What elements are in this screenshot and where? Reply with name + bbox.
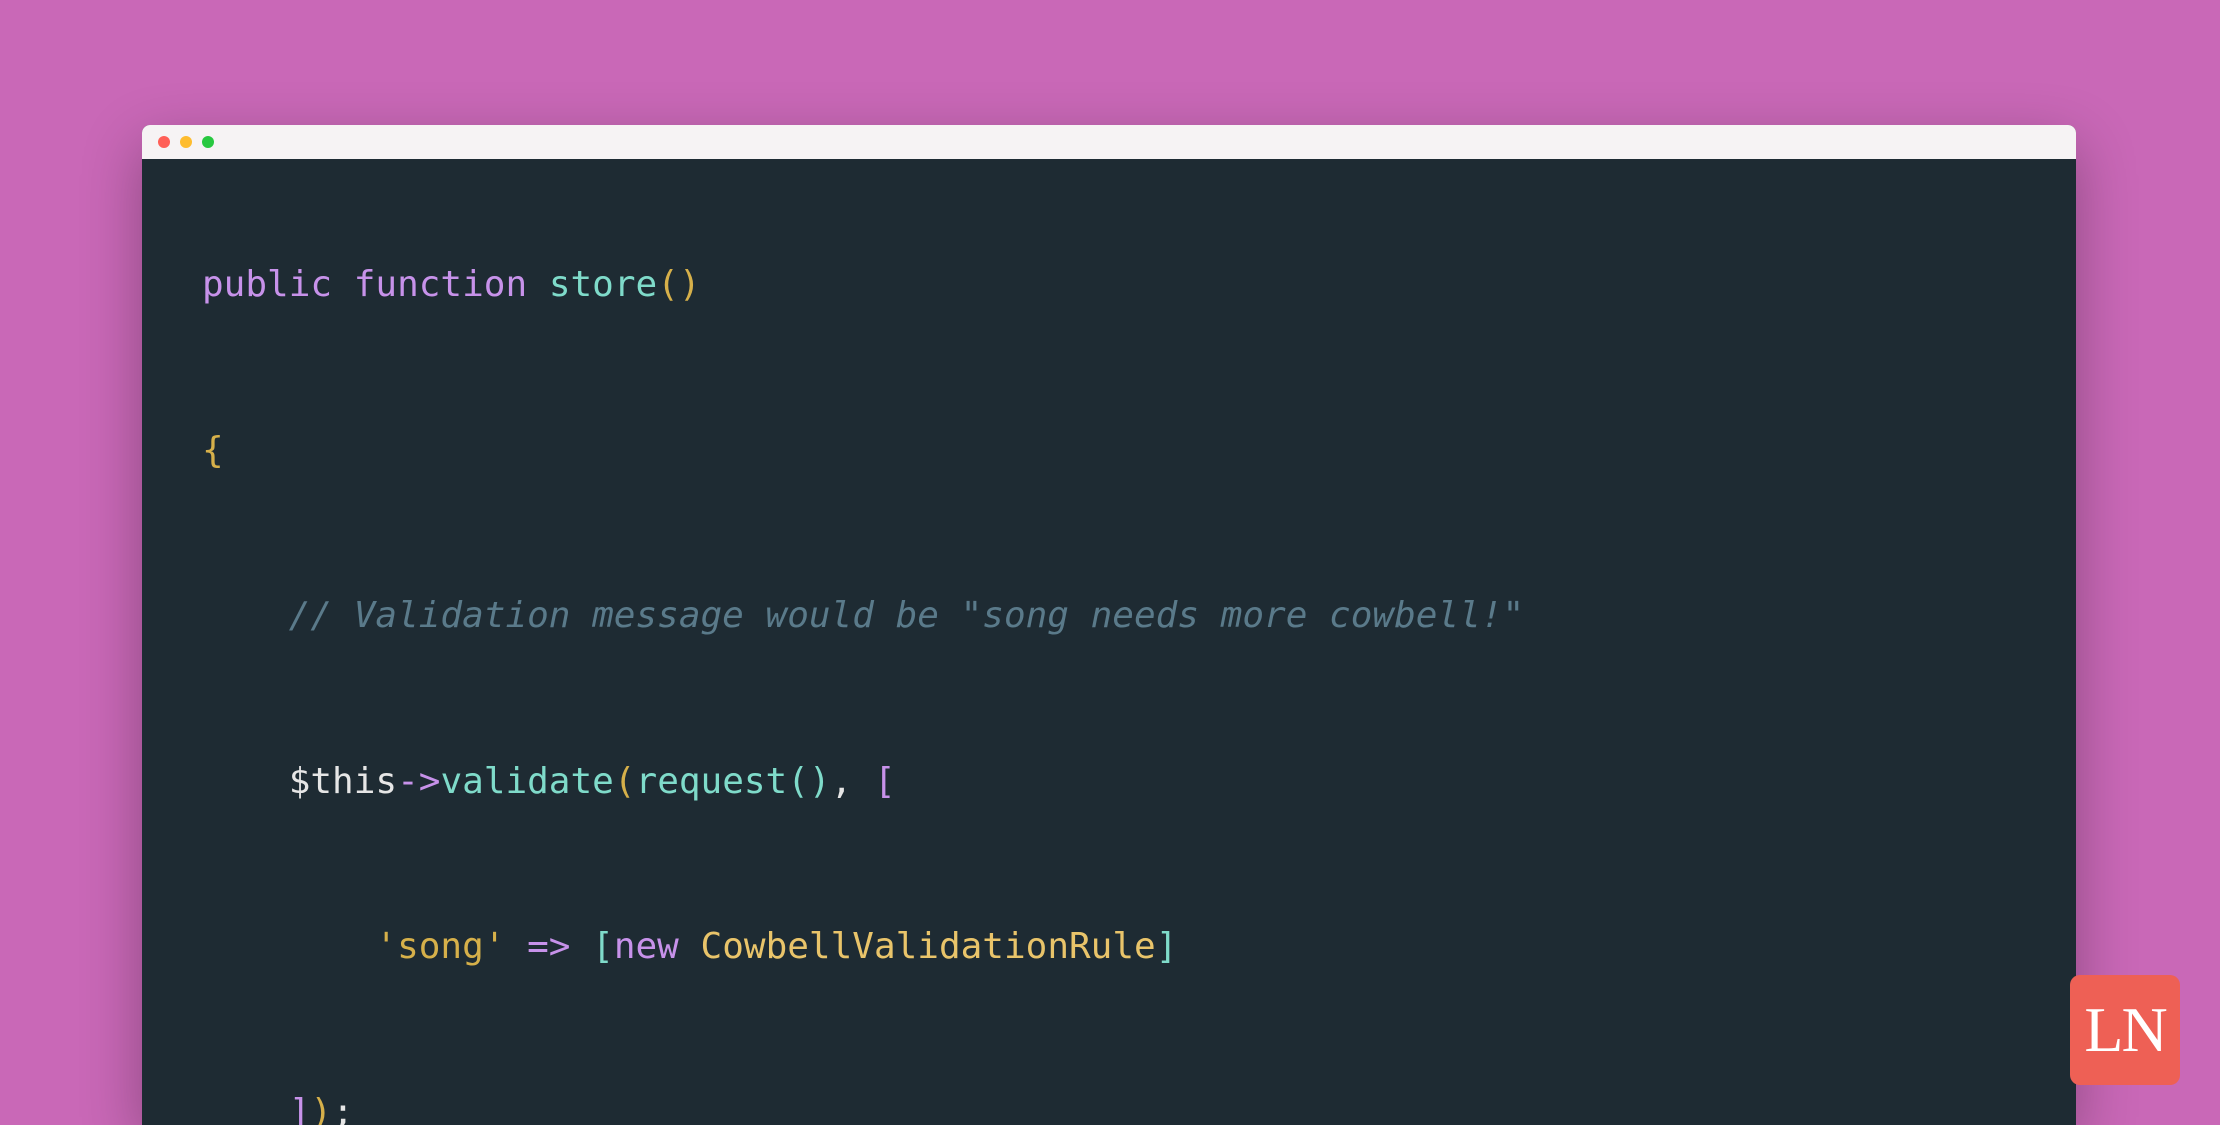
logo-text: LN xyxy=(2084,993,2165,1067)
class-name: CowbellValidationRule xyxy=(701,926,1156,967)
arrow-operator: -> xyxy=(397,761,440,802)
semicolon: ; xyxy=(332,1092,354,1125)
space xyxy=(679,926,701,967)
code-block: public function store() { // Validation … xyxy=(142,159,2076,1125)
logo-badge: LN xyxy=(2070,975,2180,1085)
keyword-function: function xyxy=(354,264,527,305)
editor-window: public function store() { // Validation … xyxy=(142,125,2076,1125)
open-brace: { xyxy=(202,430,224,471)
fat-arrow: => xyxy=(505,926,592,967)
close-paren: ) xyxy=(310,1092,332,1125)
function-request: request xyxy=(636,761,788,802)
maximize-icon[interactable] xyxy=(202,136,214,148)
parentheses: () xyxy=(657,264,700,305)
keyword-new: new xyxy=(614,926,679,967)
minimize-icon[interactable] xyxy=(180,136,192,148)
string-song: 'song' xyxy=(375,926,505,967)
keyword-public: public xyxy=(202,264,332,305)
method-validate: validate xyxy=(440,761,613,802)
close-icon[interactable] xyxy=(158,136,170,148)
open-paren: ( xyxy=(614,761,636,802)
variable-this: $this xyxy=(289,761,397,802)
comment-line: // Validation message would be "song nee… xyxy=(289,595,1524,636)
close-bracket: ] xyxy=(289,1092,311,1125)
inner-open-bracket: [ xyxy=(592,926,614,967)
window-titlebar xyxy=(142,125,2076,159)
function-name: store xyxy=(549,264,657,305)
inner-close-bracket: ] xyxy=(1156,926,1178,967)
comma: , xyxy=(831,761,874,802)
open-bracket: [ xyxy=(874,761,896,802)
request-parens: () xyxy=(787,761,830,802)
